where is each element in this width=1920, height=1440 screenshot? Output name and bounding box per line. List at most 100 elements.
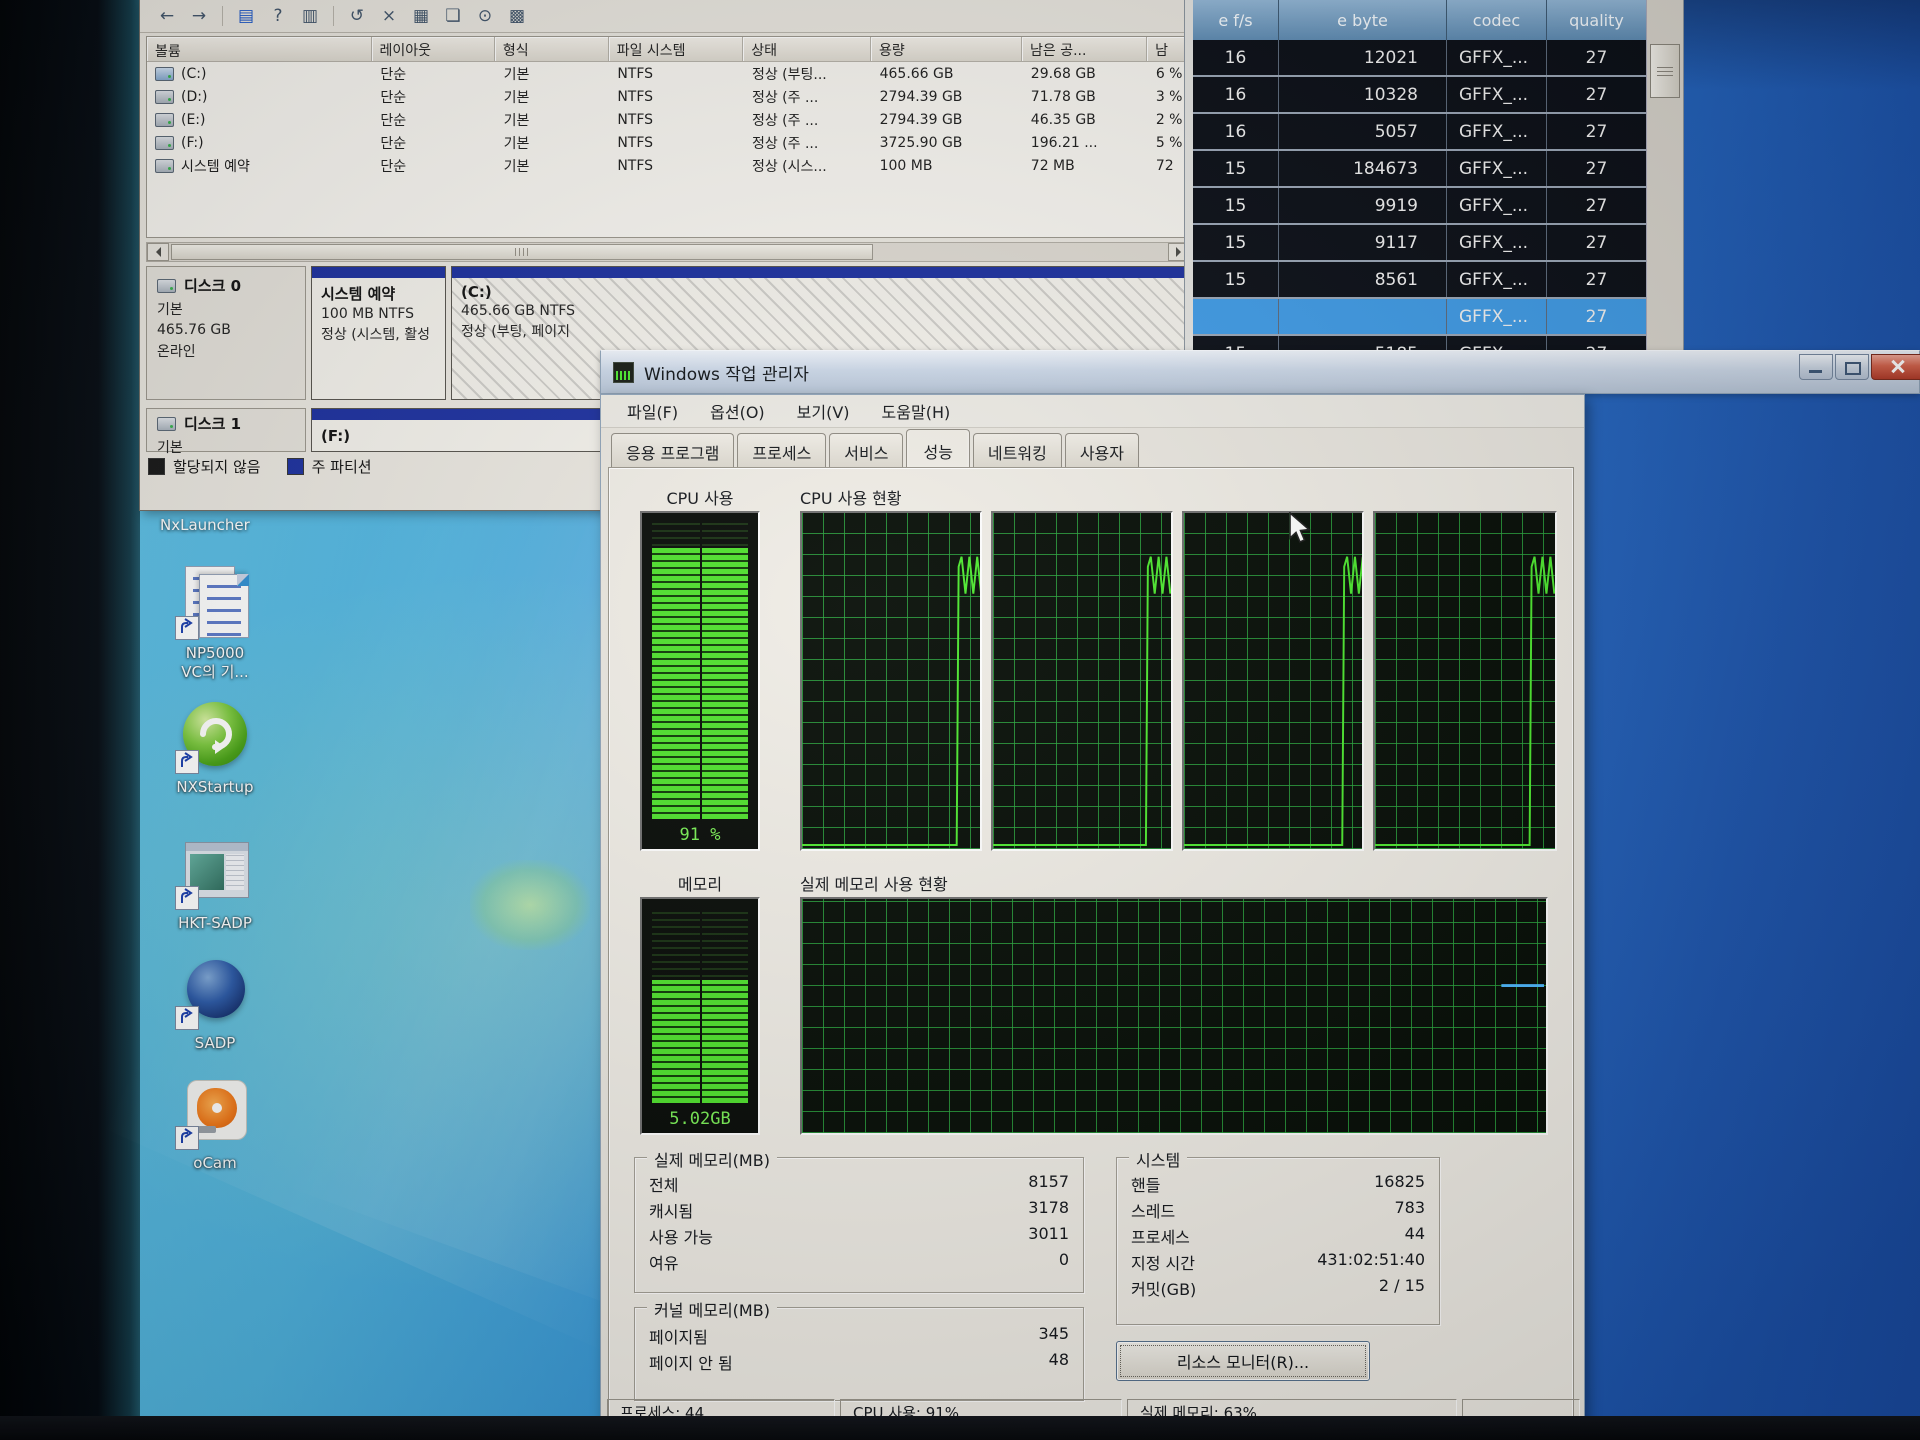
menu-file[interactable]: 파일(F) <box>613 395 692 427</box>
disk-management-toolbar: ← → ▤ ? ▥ ↺ × ▦ ❏ ⊙ ▩ <box>140 0 1195 33</box>
close-button[interactable] <box>1871 354 1920 380</box>
maximize-button[interactable] <box>1835 354 1869 380</box>
column-header-filesystem[interactable]: 파일 시스템 <box>609 37 744 61</box>
unallocated-swatch <box>148 458 165 475</box>
menu-help[interactable]: 도움말(H) <box>868 395 965 427</box>
tab-users[interactable]: 사용자 <box>1065 433 1139 469</box>
desktop-icon-np5000[interactable]: NP5000 VC의 기... <box>150 566 280 682</box>
table-row[interactable]: (E:) 단순 기본 NTFS 정상 (주 ... 2794.39 GB 46.… <box>147 108 1190 131</box>
cpu-history-graph-core2 <box>991 511 1173 851</box>
table-row[interactable]: 15184673 GFFX_...27 <box>1193 151 1647 188</box>
task-manager-icon <box>613 362 634 383</box>
shortcut-arrow-icon <box>175 1126 199 1150</box>
table-row[interactable]: 159919 GFFX_...27 <box>1193 188 1647 225</box>
partition-system-reserved[interactable]: 시스템 예약 100 MB NTFS 정상 (시스템, 활성 <box>311 266 446 400</box>
cpu-history-graph-core1 <box>800 511 982 851</box>
shortcut-arrow-icon <box>175 886 199 910</box>
task-manager-window: Windows 작업 관리자 파일(F) 옵션(O) 보기(V) 도움말(H) … <box>600 350 1920 1436</box>
open-icon[interactable]: ❏ <box>440 3 466 29</box>
tab-processes[interactable]: 프로세스 <box>737 433 826 469</box>
wallpaper-wisp <box>470 860 590 950</box>
back-icon[interactable]: ← <box>154 3 180 29</box>
column-header-capacity[interactable]: 용량 <box>871 37 1022 61</box>
table-row[interactable]: 158561 GFFX_...27 <box>1193 262 1647 299</box>
disk-legend: 할당되지 않음 주 파티션 <box>148 456 372 477</box>
desktop-icon-label-nxlauncher[interactable]: NxLauncher <box>160 516 250 534</box>
window-title: Windows 작업 관리자 <box>644 360 809 385</box>
tab-services[interactable]: 서비스 <box>829 433 903 469</box>
blue-orb-icon <box>177 956 253 1028</box>
column-header-volume[interactable]: 볼륨 <box>147 37 372 61</box>
shortcut-arrow-icon <box>175 750 199 774</box>
scroll-left-icon[interactable] <box>147 243 169 261</box>
table-row[interactable]: (F:) 단순 기본 NTFS 정상 (주 ... 3725.90 GB 196… <box>147 131 1190 154</box>
column-header-free[interactable]: 남은 공... <box>1022 37 1147 61</box>
table-row[interactable]: 159117 GFFX_...27 <box>1193 225 1647 262</box>
desktop-icon-ocam[interactable]: oCam <box>150 1076 280 1173</box>
kernel-memory-group: 커널 메모리(MB) 페이지됨345 페이지 안 됨48 <box>634 1307 1084 1401</box>
task-manager-titlebar[interactable]: Windows 작업 관리자 <box>600 350 1920 394</box>
table-row[interactable]: (C:) 단순 기본 NTFS 정상 (부팅... 465.66 GB 29.6… <box>147 62 1190 85</box>
memory-history-graph <box>800 897 1548 1135</box>
mouse-cursor <box>1288 512 1314 550</box>
disk-icon <box>157 279 176 293</box>
table-row[interactable]: 165057 GFFX_...27 <box>1193 114 1647 151</box>
properties-icon[interactable]: ▦ <box>408 3 434 29</box>
tab-performance[interactable]: 성능 <box>906 429 969 470</box>
menu-bar: 파일(F) 옵션(O) 보기(V) 도움말(H) <box>601 395 1584 428</box>
record-table-header: e f/s e byte codec quality <box>1193 0 1647 40</box>
resource-monitor-button[interactable]: 리소스 모니터(R)... <box>1116 1341 1370 1381</box>
cpu-gauge-label: CPU 사용 <box>640 485 760 509</box>
column-header-efs[interactable]: e f/s <box>1193 0 1279 40</box>
vertical-scrollbar[interactable] <box>1646 0 1683 352</box>
document-icon <box>177 566 253 638</box>
drive-icon <box>155 90 174 104</box>
horizontal-scrollbar[interactable] <box>146 242 1191 262</box>
memory-history-label: 실제 메모리 사용 현황 <box>800 871 948 895</box>
photographed-screen: NxLauncher NP5000 VC의 기... NXStartup <box>0 0 1920 1440</box>
cpu-usage-gauge: 91 % <box>640 511 760 851</box>
drive-icon <box>155 113 174 127</box>
cpu-history-label: CPU 사용 현황 <box>800 485 902 509</box>
column-header-codec[interactable]: codec <box>1447 0 1547 40</box>
help-icon[interactable]: ? <box>265 3 291 29</box>
console-tree-icon[interactable]: ▥ <box>297 3 323 29</box>
column-header-type[interactable]: 형식 <box>495 37 609 61</box>
delete-icon[interactable]: × <box>376 3 402 29</box>
disk1-label[interactable]: 디스크 1 기본 <box>146 408 306 452</box>
column-header-ebyte[interactable]: e byte <box>1279 0 1447 40</box>
table-row-selected[interactable]: GFFX_...27 <box>1193 299 1647 336</box>
scrollbar-thumb[interactable] <box>1650 44 1680 98</box>
cpu-usage-value: 91 % <box>642 825 758 845</box>
disk0-label[interactable]: 디스크 0 기본 465.76 GB 온라인 <box>146 266 306 400</box>
table-row[interactable]: 1612021 GFFX_...27 <box>1193 40 1647 77</box>
desktop-icon-nxstartup[interactable]: NXStartup <box>150 700 280 797</box>
settings-icon[interactable]: ▩ <box>504 3 530 29</box>
table-row[interactable]: 1610328 GFFX_...27 <box>1193 77 1647 114</box>
tab-networking[interactable]: 네트워킹 <box>973 433 1062 469</box>
menu-options[interactable]: 옵션(O) <box>696 395 779 427</box>
desktop-icon-hkt-sadp[interactable]: HKT-SADP <box>150 836 280 933</box>
table-row[interactable]: 시스템 예약 단순 기본 NTFS 정상 (시스... 100 MB 72 MB… <box>147 154 1190 177</box>
find-icon[interactable]: ⊙ <box>472 3 498 29</box>
performance-tab-page: CPU 사용 CPU 사용 현황 91 % 메모리 실제 <box>609 468 1573 1440</box>
refresh-icon[interactable]: ↺ <box>344 3 370 29</box>
column-header-layout[interactable]: 레이아웃 <box>372 37 495 61</box>
column-header-free-pct[interactable]: 남 <box>1147 37 1190 61</box>
memory-usage-gauge: 5.02GB <box>640 897 760 1135</box>
disk-icon <box>157 417 176 431</box>
table-row[interactable]: (D:) 단순 기본 NTFS 정상 (주 ... 2794.39 GB 71.… <box>147 85 1190 108</box>
menu-view[interactable]: 보기(V) <box>783 395 864 427</box>
physical-memory-group: 실제 메모리(MB) 전체8157 캐시됨3178 사용 가능3011 여유0 <box>634 1157 1084 1293</box>
drive-icon <box>155 159 174 173</box>
panes-icon[interactable]: ▤ <box>233 3 259 29</box>
scrollbar-thumb[interactable] <box>171 244 873 260</box>
primary-partition-swatch <box>287 458 304 475</box>
tab-applications[interactable]: 응용 프로그램 <box>611 433 734 469</box>
desktop-icon-sadp[interactable]: SADP <box>150 956 280 1053</box>
monitor-bezel-bottom <box>0 1416 1920 1440</box>
forward-icon[interactable]: → <box>186 3 212 29</box>
column-header-status[interactable]: 상태 <box>743 37 871 61</box>
column-header-quality[interactable]: quality <box>1547 0 1647 40</box>
minimize-button[interactable] <box>1799 354 1833 380</box>
